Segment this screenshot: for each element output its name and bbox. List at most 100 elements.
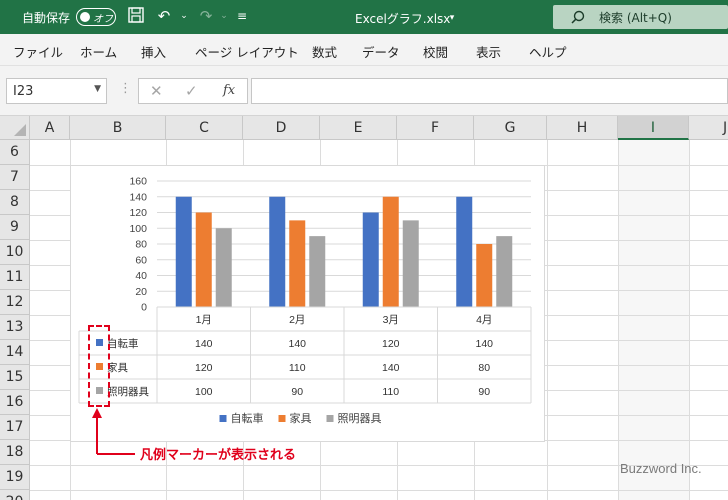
tab-view[interactable]: 表示	[476, 42, 501, 61]
column-header-i[interactable]: I	[618, 116, 689, 140]
column-header-a[interactable]: A	[30, 116, 70, 140]
column-header-g[interactable]: G	[474, 116, 547, 140]
tab-file[interactable]: ファイル	[13, 42, 63, 61]
data-label: 140	[475, 338, 493, 350]
cancel-icon[interactable]: ✕	[150, 82, 163, 100]
filename-dropdown-icon[interactable]: ▾	[442, 8, 462, 28]
y-tick-label: 80	[135, 239, 147, 251]
bar	[269, 196, 286, 307]
column-header-c[interactable]: C	[166, 116, 243, 140]
row-header-8[interactable]: 8	[0, 190, 30, 215]
redo-dropdown-icon[interactable]: ⌄	[214, 6, 234, 26]
customize-toolbar-icon[interactable]: ≡	[232, 6, 252, 26]
data-label: 140	[195, 338, 213, 350]
series-label: 照明器具	[107, 386, 149, 398]
y-tick-label: 60	[135, 254, 147, 266]
data-label: 140	[288, 338, 306, 350]
more-options-icon[interactable]: ⋮	[119, 81, 132, 96]
y-tick-label: 0	[141, 302, 147, 314]
insert-function-icon[interactable]: fx	[223, 83, 235, 98]
category-label: 4月	[476, 314, 492, 326]
bar	[382, 196, 399, 307]
category-label: 2月	[289, 314, 305, 326]
search-label: 検索 (Alt+Q)	[599, 11, 672, 25]
y-tick-label: 140	[129, 191, 147, 203]
gridline	[547, 140, 548, 500]
column-header-h[interactable]: H	[547, 116, 618, 140]
y-tick-label: 40	[135, 270, 147, 282]
tab-home[interactable]: ホーム	[80, 42, 117, 61]
tab-page-layout[interactable]: ページ レイアウト	[195, 42, 299, 61]
row-header-13[interactable]: 13	[0, 315, 30, 340]
file-name[interactable]: Excelグラフ.xlsx	[355, 10, 450, 27]
row-header-16[interactable]: 16	[0, 390, 30, 415]
name-box-value: I23	[13, 84, 34, 99]
row-header-12[interactable]: 12	[0, 290, 30, 315]
row-header-9[interactable]: 9	[0, 215, 30, 240]
annotation-text: 凡例マーカーが表示される	[140, 448, 297, 463]
category-label: 1月	[196, 314, 212, 326]
bar	[175, 196, 192, 307]
search-box[interactable]: 検索 (Alt+Q)	[553, 5, 728, 29]
tab-formulas[interactable]: 数式	[312, 42, 337, 61]
data-label: 110	[289, 362, 306, 374]
redo-icon[interactable]: ↷	[196, 6, 216, 26]
series-label: 自転車	[107, 337, 139, 350]
tab-insert[interactable]: 挿入	[141, 42, 166, 61]
y-tick-label: 20	[135, 286, 147, 298]
formula-bar: I23 ▼ ⋮ ✕ ✓ fx	[0, 66, 728, 116]
data-label: 100	[195, 386, 213, 398]
legend-marker	[326, 415, 334, 422]
formula-tools: ✕ ✓ fx	[138, 78, 248, 104]
data-label: 120	[382, 338, 400, 350]
category-label: 3月	[383, 314, 399, 326]
bar-chart[interactable]: 0 20 40 60 80 100 120 140 160 1月 2月 3月 4月 自転車 140 140 12…	[70, 165, 545, 442]
save-icon[interactable]	[126, 6, 146, 26]
select-all-button[interactable]	[0, 116, 30, 140]
selected-column-highlight	[618, 140, 689, 500]
row-header-10[interactable]: 10	[0, 240, 30, 265]
legend-marker	[278, 415, 286, 422]
bar	[289, 220, 306, 307]
data-label: 90	[291, 386, 303, 398]
column-header-f[interactable]: F	[397, 116, 474, 140]
tab-help[interactable]: ヘルプ	[529, 42, 567, 61]
formula-input[interactable]	[251, 78, 728, 104]
column-header-b[interactable]: B	[70, 116, 166, 140]
bar	[215, 228, 232, 307]
toggle-knob	[80, 12, 90, 22]
data-label: 120	[195, 362, 213, 374]
tab-data[interactable]: データ	[362, 42, 400, 61]
bar	[496, 236, 513, 307]
autosave-label: 自動保存	[22, 11, 71, 25]
row-header-20[interactable]: 20	[0, 490, 30, 500]
series-label: 家具	[107, 361, 128, 374]
legend-label: 自転車	[231, 411, 264, 425]
watermark: Buzzword Inc.	[620, 461, 702, 476]
row-header-15[interactable]: 15	[0, 365, 30, 390]
bar	[456, 196, 473, 307]
column-header-e[interactable]: E	[320, 116, 397, 140]
ribbon-tabs: ファイル ホーム 挿入 ページ レイアウト 数式 データ 校閲 表示 ヘルプ	[0, 34, 728, 66]
autosave-toggle[interactable]: オフ	[76, 8, 116, 26]
row-header-7[interactable]: 7	[0, 165, 30, 190]
tab-review[interactable]: 校閲	[423, 42, 448, 61]
column-header-j[interactable]: J	[689, 116, 728, 140]
row-header-11[interactable]: 11	[0, 265, 30, 290]
column-header-d[interactable]: D	[243, 116, 320, 140]
undo-icon[interactable]: ↶	[154, 6, 174, 26]
row-header-6[interactable]: 6	[0, 140, 30, 165]
bar	[402, 220, 419, 307]
row-header-19[interactable]: 19	[0, 465, 30, 490]
legend-label: 家具	[290, 411, 312, 425]
enter-icon[interactable]: ✓	[185, 82, 198, 100]
name-box[interactable]: I23 ▼	[6, 78, 107, 104]
gridline	[618, 140, 619, 500]
y-tick-label: 120	[129, 207, 147, 219]
row-header-18[interactable]: 18	[0, 440, 30, 465]
y-tick-label: 100	[129, 223, 147, 235]
name-box-dropdown-icon[interactable]: ▼	[94, 84, 101, 94]
undo-dropdown-icon[interactable]: ⌄	[174, 6, 194, 26]
row-header-14[interactable]: 14	[0, 340, 30, 365]
row-header-17[interactable]: 17	[0, 415, 30, 440]
